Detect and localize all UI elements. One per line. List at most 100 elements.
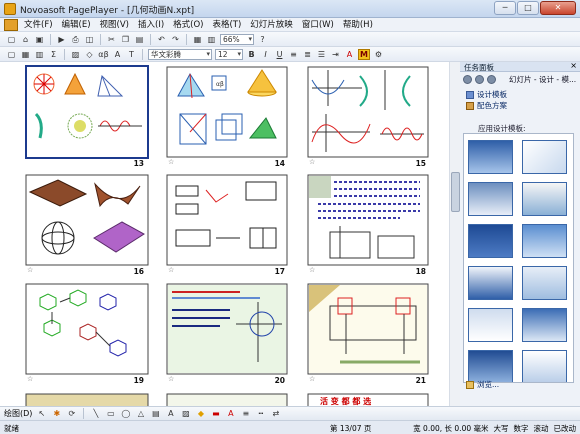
ellipse-icon[interactable]: ◯ — [120, 408, 131, 419]
forward-icon[interactable] — [475, 74, 484, 84]
textbox-draw-icon[interactable]: ▤ — [150, 408, 161, 419]
close-button[interactable]: ✕ — [540, 1, 576, 15]
select-arrow-icon[interactable]: ↖ — [36, 408, 47, 419]
slide-scrollbar[interactable] — [449, 62, 460, 406]
wordart-icon[interactable]: T — [126, 49, 137, 60]
bold-icon[interactable]: B — [246, 49, 257, 60]
color-scheme-link[interactable]: 配色方案 — [466, 100, 507, 111]
rotate-icon[interactable]: ⟳ — [66, 408, 77, 419]
template-thumbnail[interactable] — [522, 182, 567, 216]
italic-icon[interactable]: I — [260, 49, 271, 60]
app-menu-icon[interactable] — [4, 19, 18, 31]
minimize-button[interactable]: ─ — [494, 1, 516, 15]
template-thumbnail[interactable] — [468, 308, 513, 342]
scroll-thumb[interactable] — [451, 172, 460, 212]
menu-help[interactable]: 帮助(H) — [343, 19, 373, 31]
play-icon[interactable]: ▶ — [56, 34, 67, 45]
folder-icon — [466, 380, 474, 389]
slide-16-content[interactable] — [25, 174, 149, 266]
slide-19-content[interactable] — [25, 283, 149, 375]
slide-23-partial[interactable] — [166, 393, 288, 406]
template-thumbnail[interactable] — [468, 182, 513, 216]
settings-icon[interactable]: ⚙ — [373, 49, 384, 60]
line-color-icon[interactable]: ▬ — [210, 408, 221, 419]
underline-icon[interactable]: U — [274, 49, 285, 60]
shape-icon[interactable]: ◇ — [84, 49, 95, 60]
dash-style-icon[interactable]: ┅ — [255, 408, 266, 419]
menu-view[interactable]: 视图(V) — [100, 19, 129, 31]
indent-icon[interactable]: ⇥ — [330, 49, 341, 60]
line-style-icon[interactable]: ≡ — [240, 408, 251, 419]
save-icon[interactable]: ▣ — [34, 34, 45, 45]
paste-icon[interactable]: ▤ — [134, 34, 145, 45]
back-icon[interactable] — [463, 74, 472, 84]
drawing-toolbar: 绘图(D) ↖ ✱ ⟳ ╲ ▭ ◯ △ ▤ A ▨ ◆ ▬ A ≡ ┅ ⇄ — [0, 406, 580, 420]
design-template-link[interactable]: 设计模板 — [466, 89, 507, 100]
list-icon[interactable]: ☰ — [316, 49, 327, 60]
open-icon[interactable]: ⌂ — [20, 34, 31, 45]
slide-22-partial[interactable] — [25, 393, 149, 406]
table-icon[interactable]: ▦ — [20, 49, 31, 60]
template-thumbnail[interactable] — [522, 350, 567, 382]
macro-icon[interactable]: M — [358, 49, 370, 60]
fill-color-icon[interactable]: ◆ — [195, 408, 206, 419]
font-color-icon[interactable]: A — [344, 49, 355, 60]
chart-icon[interactable]: ▥ — [34, 49, 45, 60]
draw-menu[interactable]: 绘图(D) — [4, 408, 32, 419]
autoshape-icon[interactable]: ✱ — [51, 408, 62, 419]
slide-21-content[interactable] — [307, 283, 429, 375]
slide-15-content[interactable] — [307, 66, 429, 158]
line-icon[interactable]: ╲ — [90, 408, 101, 419]
template-thumbnail[interactable] — [468, 266, 513, 300]
home-icon[interactable] — [487, 74, 496, 84]
copy-icon[interactable]: ❐ — [120, 34, 131, 45]
menu-slideshow[interactable]: 幻灯片放映 — [250, 19, 293, 31]
font-select[interactable]: 华文彩腾 — [148, 49, 212, 60]
slide-18-content[interactable] — [307, 174, 429, 266]
slide-14-content[interactable]: αβ — [166, 66, 288, 158]
preview-icon[interactable]: ◫ — [84, 34, 95, 45]
slide-17-content[interactable] — [166, 174, 288, 266]
maximize-button[interactable]: □ — [517, 1, 539, 15]
align-left-icon[interactable]: ≡ — [288, 49, 299, 60]
grid-icon[interactable]: ▦ — [192, 34, 203, 45]
menu-table[interactable]: 表格(T) — [212, 19, 241, 31]
menu-insert[interactable]: 插入(I) — [138, 19, 164, 31]
undo-icon[interactable]: ↶ — [156, 34, 167, 45]
menu-file[interactable]: 文件(F) — [24, 19, 53, 31]
wordart-draw-icon[interactable]: A — [165, 408, 176, 419]
new-icon[interactable]: ▢ — [6, 34, 17, 45]
help-icon[interactable]: ? — [257, 34, 268, 45]
ruler-icon[interactable]: ▥ — [206, 34, 217, 45]
cut-icon[interactable]: ✂ — [106, 34, 117, 45]
equation-icon[interactable]: Σ — [48, 49, 59, 60]
task-pane-nav-label[interactable]: 幻灯片 - 设计 - 模... — [509, 74, 576, 85]
textbox-icon[interactable]: A — [112, 49, 123, 60]
menu-edit[interactable]: 编辑(E) — [62, 19, 91, 31]
slide-13-content[interactable] — [25, 65, 149, 159]
template-thumbnail[interactable] — [522, 308, 567, 342]
template-thumbnail[interactable] — [522, 224, 567, 258]
picture-icon[interactable]: ▨ — [180, 408, 191, 419]
template-thumbnail[interactable] — [468, 140, 513, 174]
slide-20-content[interactable] — [166, 283, 288, 375]
menu-window[interactable]: 窗口(W) — [302, 19, 334, 31]
menu-format[interactable]: 格式(O) — [173, 19, 203, 31]
symbol-icon[interactable]: αβ — [98, 49, 109, 60]
browse-link[interactable]: 浏览... — [466, 379, 499, 390]
border-icon[interactable]: ▢ — [6, 49, 17, 60]
font-size-select[interactable]: 12 — [215, 49, 243, 60]
template-thumbnail[interactable] — [468, 224, 513, 258]
redo-icon[interactable]: ↷ — [170, 34, 181, 45]
rectangle-icon[interactable]: ▭ — [105, 408, 116, 419]
align-center-icon[interactable]: ≣ — [302, 49, 313, 60]
template-thumbnail[interactable] — [522, 266, 567, 300]
zoom-select[interactable]: 66% — [220, 34, 254, 45]
arrow-style-icon[interactable]: ⇄ — [270, 408, 281, 419]
print-icon[interactable]: ⎙ — [70, 34, 81, 45]
close-icon[interactable]: × — [570, 61, 577, 70]
template-thumbnail[interactable] — [522, 140, 567, 174]
font-color-draw-icon[interactable]: A — [225, 408, 236, 419]
triangle-icon[interactable]: △ — [135, 408, 146, 419]
image-icon[interactable]: ▨ — [70, 49, 81, 60]
